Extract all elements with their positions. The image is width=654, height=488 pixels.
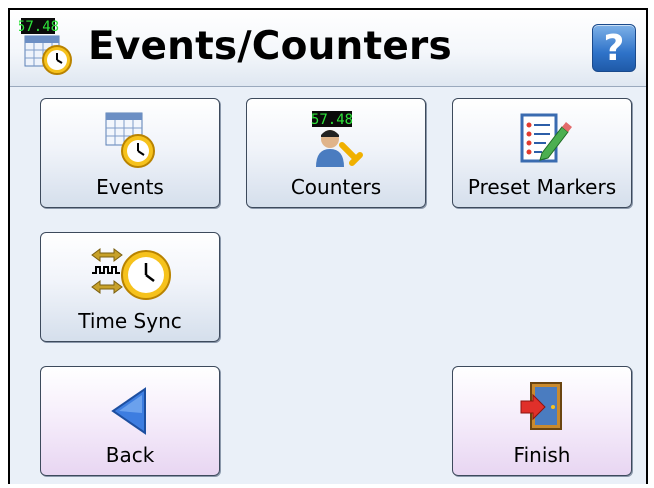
back-label: Back [105,443,155,467]
help-label: ? [603,27,625,69]
preset-markers-button[interactable]: Preset Markers [452,98,632,208]
counters-button[interactable]: 57.48 Counters [246,98,426,208]
user-wrench-counter-icon: 57.48 [311,111,363,167]
screen-frame: 57.48 Events/Counters ? Events 57.48 Cou… [8,8,648,484]
svg-text:57.48: 57.48 [19,19,59,35]
svg-text:57.48: 57.48 [311,112,353,128]
finish-button[interactable]: Finish [452,366,632,476]
exit-door-icon [520,382,562,430]
sync-clock-icon [91,248,171,300]
title-bar: 57.48 Events/Counters ? [10,10,646,87]
time-sync-label: Time Sync [78,309,182,333]
calendar-clock-icon [105,112,155,168]
counters-label: Counters [290,175,382,199]
list-pencil-icon [520,113,572,163]
events-label: Events [96,175,164,199]
help-button[interactable]: ? [592,24,636,72]
finish-label: Finish [513,443,571,467]
events-button[interactable]: Events [40,98,220,208]
calendar-clock-icon: 57.48 [19,18,72,75]
page-title: Events/Counters [88,24,452,69]
back-arrow-icon [111,387,146,435]
back-button[interactable]: Back [40,366,220,476]
time-sync-button[interactable]: Time Sync [40,232,220,342]
preset-markers-label: Preset Markers [467,175,617,199]
